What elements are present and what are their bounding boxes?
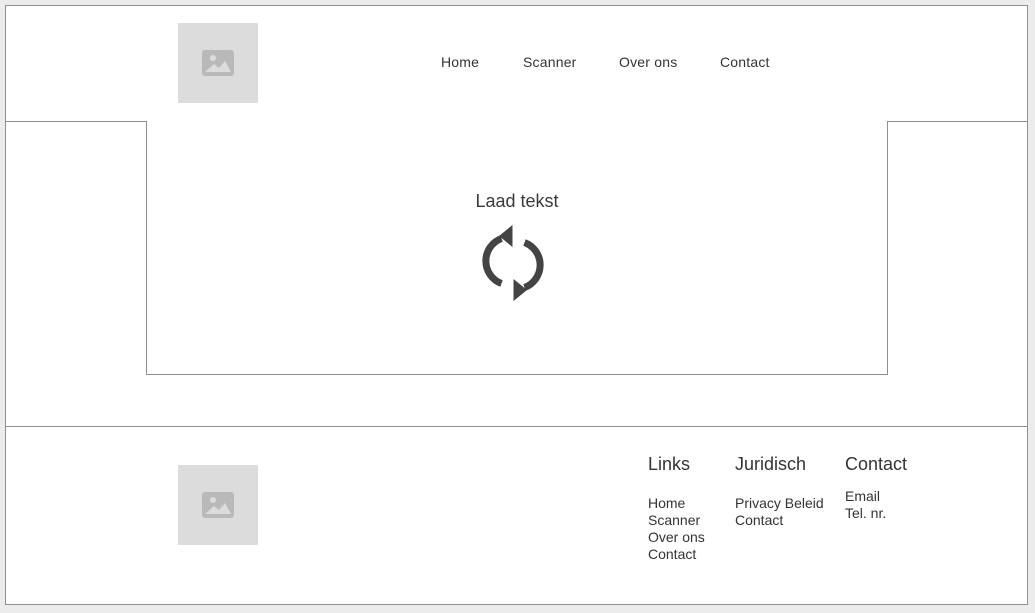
loading-panel: Laad tekst bbox=[146, 121, 888, 375]
footer-contact-list: Email Tel. nr. bbox=[845, 488, 886, 522]
footer-link-home[interactable]: Home bbox=[648, 495, 705, 512]
footer-heading-juridisch: Juridisch bbox=[735, 454, 807, 474]
footer-column-juridisch: Juridisch Privacy Beleid Contact bbox=[735, 454, 824, 528]
footer-column-links: Links Home Scanner Over ons Contact bbox=[648, 454, 705, 562]
nav-item-contact[interactable]: Contact bbox=[720, 54, 770, 70]
footer-links-list: Home Scanner Over ons Contact bbox=[648, 495, 705, 563]
footer-heading-links: Links bbox=[648, 454, 691, 474]
footer-link-email[interactable]: Email bbox=[845, 488, 886, 505]
footer-link-contact[interactable]: Contact bbox=[648, 546, 705, 563]
nav-item-over-ons[interactable]: Over ons bbox=[619, 54, 677, 70]
image-icon bbox=[202, 50, 234, 76]
header-logo-placeholder[interactable] bbox=[178, 23, 258, 103]
loading-text: Laad tekst bbox=[475, 191, 559, 211]
footer-heading-contact: Contact bbox=[845, 454, 908, 474]
footer-link-tel-nr[interactable]: Tel. nr. bbox=[845, 505, 886, 522]
footer-column-contact: Contact Email Tel. nr. bbox=[845, 454, 908, 521]
nav-item-home[interactable]: Home bbox=[441, 54, 479, 70]
page-frame: Home Scanner Over ons Contact Laad tekst… bbox=[5, 5, 1028, 605]
nav-item-scanner[interactable]: Scanner bbox=[523, 54, 577, 70]
footer-link-juridisch-contact[interactable]: Contact bbox=[735, 512, 824, 529]
footer-link-scanner[interactable]: Scanner bbox=[648, 512, 705, 529]
image-icon bbox=[202, 492, 234, 518]
footer-logo-placeholder[interactable] bbox=[178, 465, 258, 545]
site-header: Home Scanner Over ons Contact bbox=[6, 6, 1027, 122]
refresh-icon bbox=[482, 225, 544, 301]
footer-link-privacy-beleid[interactable]: Privacy Beleid bbox=[735, 495, 824, 512]
footer-link-over-ons[interactable]: Over ons bbox=[648, 529, 705, 546]
footer-juridisch-list: Privacy Beleid Contact bbox=[735, 495, 824, 529]
site-footer: Links Home Scanner Over ons Contact Juri… bbox=[6, 426, 1027, 605]
